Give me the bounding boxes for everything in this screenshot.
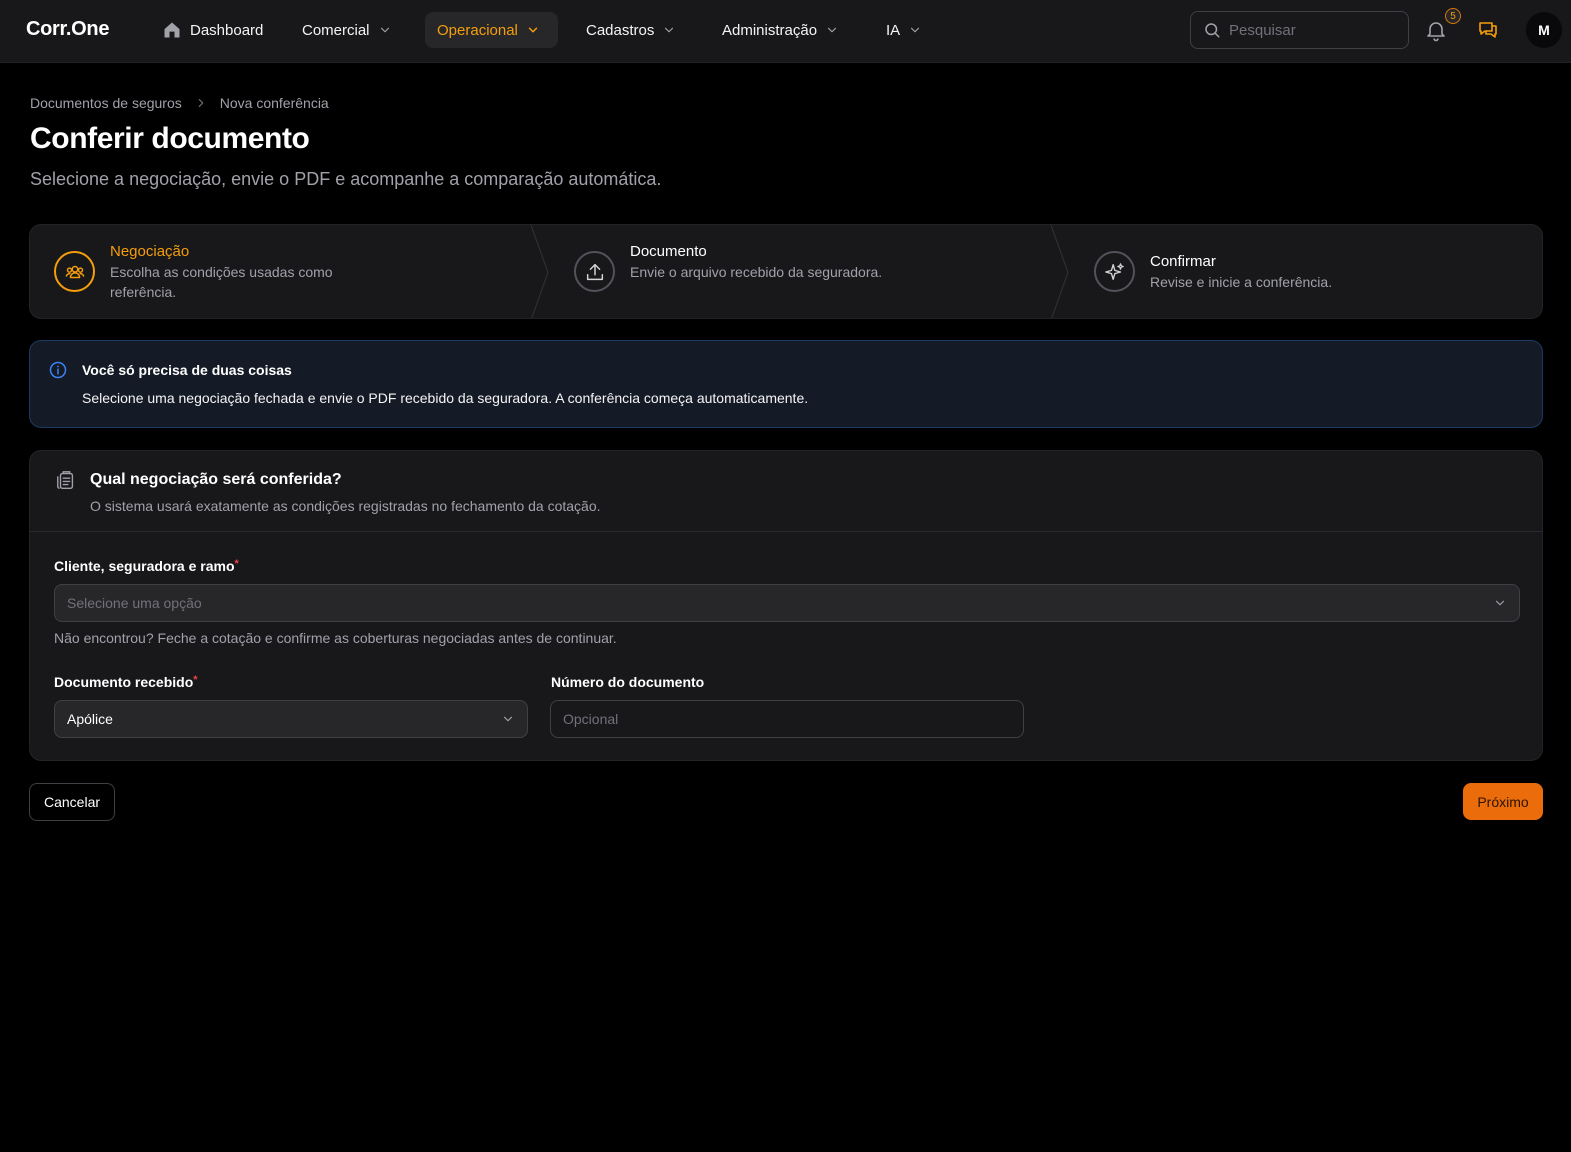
page-title: Conferir documento (30, 122, 310, 155)
negotiation-label: Cliente, seguradora e ramo* (54, 558, 239, 574)
chevron-right-icon (198, 98, 204, 108)
nav-label: Dashboard (190, 21, 264, 39)
step-description: Envie o arquivo recebido da seguradora. (630, 264, 883, 280)
info-banner: Você só precisa de duas coisas Selecione… (29, 340, 1543, 428)
card-title: Qual negociação será conferida? (90, 471, 342, 488)
card-header: Qual negociação será conferida? O sistem… (30, 451, 1542, 532)
step-documento[interactable]: Documento Envie o arquivo recebido da se… (550, 225, 1050, 318)
doc-type-select[interactable]: Apólice (54, 700, 528, 738)
negotiation-form-card: Qual negociação será conferida? O sistem… (29, 450, 1543, 761)
step-title: Documento (630, 243, 707, 260)
doc-number-label: Número do documento (551, 674, 705, 690)
sparkles-icon (1104, 262, 1124, 280)
nav-label: IA (886, 21, 901, 39)
step-confirmar[interactable]: Confirmar Revise e inicie a conferência. (1070, 225, 1540, 318)
breadcrumb-current: Nova conferência (219, 95, 329, 111)
chevron-down-icon (1495, 600, 1505, 606)
step-description: Escolha as condições usadas como referên… (110, 264, 333, 300)
search-input[interactable] (1229, 21, 1389, 39)
user-avatar[interactable]: M (1526, 12, 1562, 48)
doc-type-select-value: Apólice (67, 711, 113, 727)
breadcrumb-parent[interactable]: Documentos de seguros (30, 95, 182, 111)
negotiation-select[interactable]: Selecione uma opção (54, 584, 1520, 622)
info-title: Você só precisa de duas coisas (82, 362, 292, 378)
next-button[interactable]: Próximo (1463, 783, 1543, 820)
nav-item-comercial[interactable]: Comercial (290, 12, 404, 48)
negotiation-label-text: Cliente, seguradora e ramo (54, 558, 235, 574)
info-text: Selecione uma negociação fechada e envie… (82, 390, 809, 406)
step-separator (1050, 225, 1069, 318)
step-icon (574, 251, 615, 292)
required-mark: * (234, 558, 239, 570)
clipboard-list-icon (57, 471, 74, 489)
bell-icon[interactable] (1424, 18, 1448, 42)
chat-icon[interactable] (1476, 18, 1500, 42)
users-icon (65, 265, 84, 278)
chevron-down-icon (503, 716, 513, 722)
brand-logo[interactable]: Corr.One (26, 18, 109, 41)
chevron-down-icon (911, 27, 920, 33)
chevron-down-icon (827, 27, 837, 33)
negotiation-hint: Não encontrou? Feche a cotação e confirm… (54, 630, 617, 646)
step-description: Revise e inicie a conferência. (1150, 274, 1333, 290)
upload-icon (586, 263, 603, 280)
search-box[interactable] (1190, 11, 1409, 49)
page-subtitle: Selecione a negociação, envie o PDF e ac… (30, 169, 662, 189)
nav-item-cadastros[interactable]: Cadastros (574, 12, 688, 48)
info-icon (49, 361, 67, 379)
nav-label: Administração (722, 21, 818, 39)
nav-label: Comercial (302, 21, 370, 39)
step-title: Confirmar (1150, 253, 1216, 270)
cancel-button[interactable]: Cancelar (29, 783, 115, 821)
step-negociacao[interactable]: Negociação Escolha as condições usadas c… (30, 225, 535, 318)
top-navbar: Corr.One Dashboard Comercial Operacional… (0, 0, 1571, 63)
notification-badge: 5 (1445, 8, 1461, 24)
step-separator (530, 225, 549, 318)
nav-label: Cadastros (586, 21, 655, 39)
step-title: Negociação (110, 243, 190, 260)
home-icon (164, 22, 180, 38)
negotiation-select-placeholder: Selecione uma opção (67, 595, 202, 611)
nav-item-administracao[interactable]: Administração (710, 12, 851, 48)
doc-number-input[interactable] (550, 700, 1024, 738)
chevron-down-icon (528, 27, 538, 33)
required-mark: * (193, 674, 198, 686)
breadcrumb: Documentos de seguros Nova conferência (30, 95, 329, 111)
step-icon (54, 251, 95, 292)
nav-item-ia[interactable]: IA (874, 12, 934, 48)
nav-item-dashboard[interactable]: Dashboard (150, 12, 275, 48)
stepper: Negociação Escolha as condições usadas c… (29, 224, 1543, 319)
card-description: O sistema usará exatamente as condições … (90, 498, 601, 514)
step-icon (1094, 251, 1135, 292)
nav-item-operacional[interactable]: Operacional (425, 12, 558, 48)
doc-type-label: Documento recebido* (54, 674, 198, 690)
chevron-down-icon (665, 27, 674, 33)
nav-label: Operacional (437, 21, 518, 39)
chevron-down-icon (380, 27, 389, 33)
doc-type-label-text: Documento recebido (54, 674, 194, 690)
search-icon (1205, 23, 1220, 38)
